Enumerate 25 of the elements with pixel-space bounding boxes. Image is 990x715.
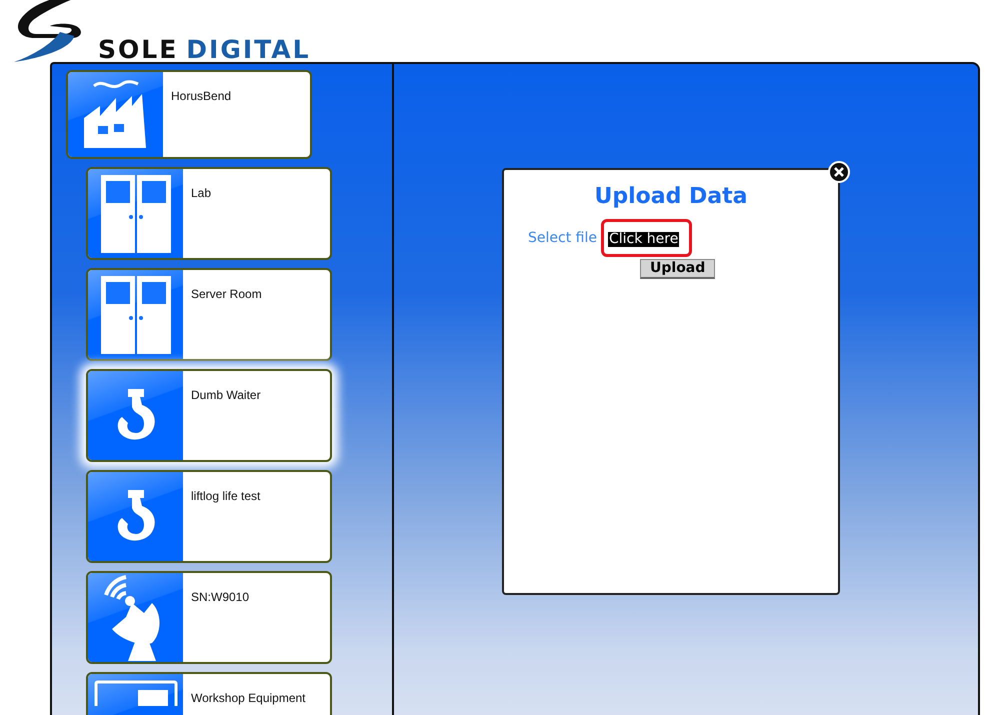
tile-label: Workshop Equipment <box>190 690 306 707</box>
tile-label: Dumb Waiter <box>190 387 261 404</box>
file-picker-button[interactable]: Click here <box>608 232 680 248</box>
file-label: Select file <box>528 228 597 248</box>
tile-label: Server Room <box>190 286 262 303</box>
double-door-icon <box>98 274 172 356</box>
tile-label: SN:W9010 <box>190 589 250 606</box>
dialog-title: Upload Data <box>594 183 748 211</box>
location-tile[interactable]: Workshop Equipment <box>86 672 332 715</box>
upload-button[interactable]: Upload <box>640 259 716 279</box>
tile-label: liftlog life test <box>190 488 260 505</box>
logo-text: SOLE <box>98 37 178 62</box>
double-door-icon <box>98 172 172 254</box>
location-tile[interactable]: liftlog life test <box>86 470 332 563</box>
monitor-icon <box>94 680 178 706</box>
close-icon <box>834 167 844 177</box>
location-tile[interactable]: SN:W9010 <box>86 571 332 664</box>
tile-label: HorusBend <box>170 88 232 105</box>
close-button[interactable] <box>828 161 850 183</box>
location-tile[interactable]: Dumb Waiter <box>86 369 332 462</box>
location-tile[interactable]: Lab <box>86 167 332 260</box>
tile-label: Lab <box>190 185 212 202</box>
site-tile[interactable]: HorusBend <box>66 70 312 159</box>
location-tile[interactable]: Server Room <box>86 268 332 361</box>
logo-text: DIGITAL <box>186 37 311 62</box>
